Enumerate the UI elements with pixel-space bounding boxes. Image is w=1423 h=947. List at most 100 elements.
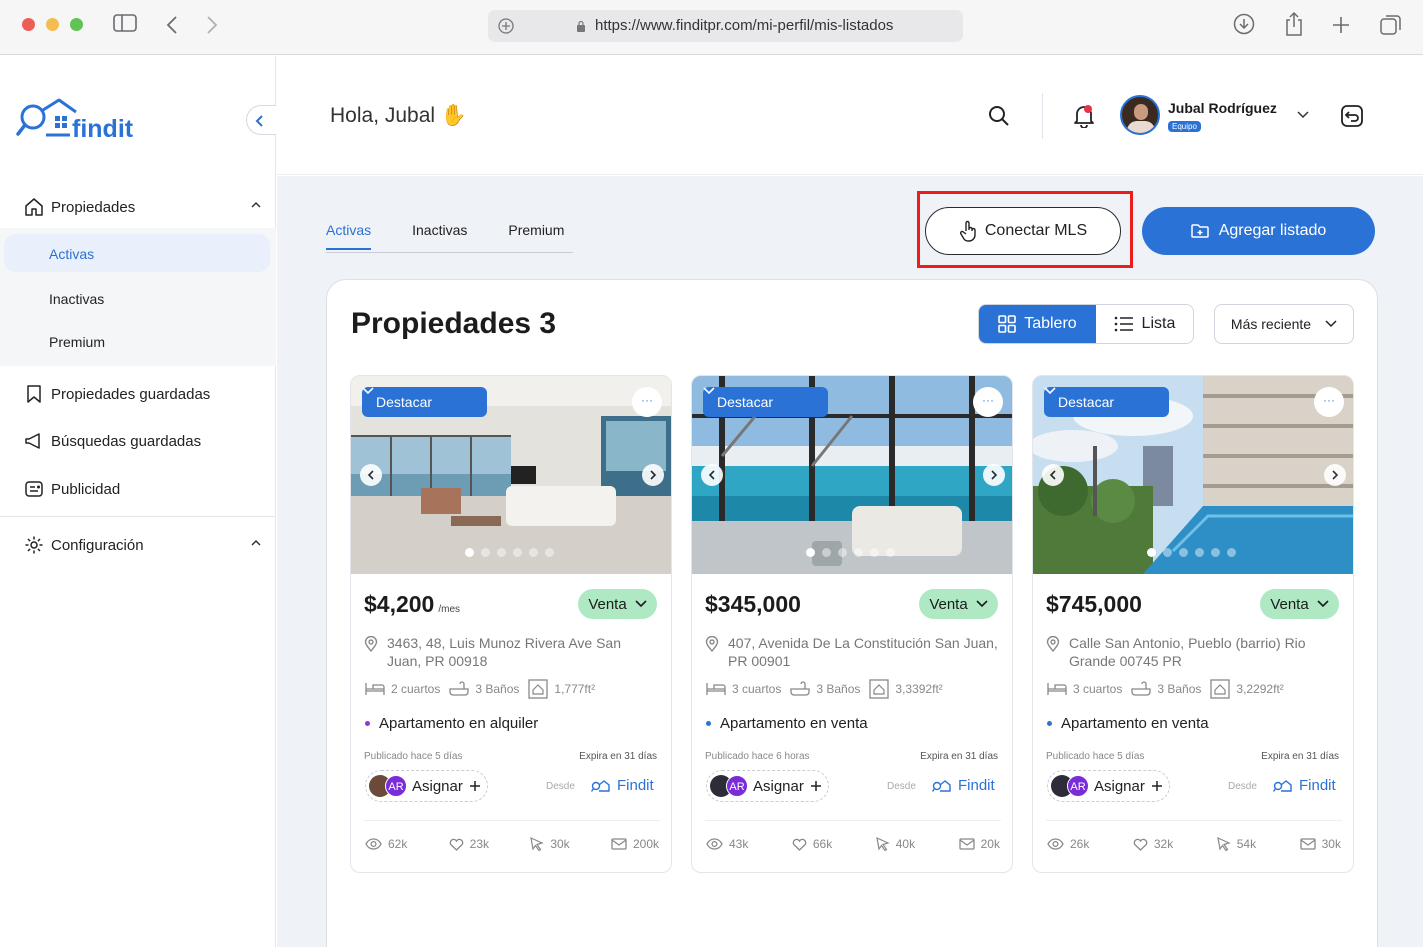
- close-window-button[interactable]: [22, 18, 35, 31]
- property-type: Apartamento en alquiler: [365, 715, 538, 732]
- messages-stat: 20k: [958, 837, 1000, 851]
- folder-plus-icon: [1190, 224, 1209, 238]
- findit-mini-icon: [591, 779, 610, 792]
- clicks-stat: 54k: [1216, 837, 1256, 851]
- prev-photo-button[interactable]: [360, 464, 382, 486]
- next-photo-button[interactable]: [983, 464, 1005, 486]
- plus-icon: [469, 781, 480, 791]
- sidebar-item-inactivas[interactable]: Inactivas: [49, 291, 104, 307]
- zoom-window-button[interactable]: [70, 18, 83, 31]
- published-date: Publicado hace 5 días: [1046, 751, 1145, 762]
- chevron-down-icon: [362, 387, 374, 395]
- more-options-button[interactable]: ···: [1314, 387, 1344, 417]
- prev-photo-button[interactable]: [1042, 464, 1064, 486]
- assign-button[interactable]: AR Asignar: [706, 770, 829, 802]
- board-view-button[interactable]: Tablero: [979, 305, 1096, 343]
- mail-icon: [1299, 838, 1316, 850]
- logout-icon[interactable]: [1340, 104, 1364, 128]
- status-dropdown[interactable]: Venta: [1260, 589, 1339, 619]
- feature-dropdown[interactable]: Destacar: [703, 387, 828, 417]
- chevron-up-icon[interactable]: [250, 539, 262, 547]
- views-stat: 43k: [706, 837, 748, 851]
- add-tab-icon[interactable]: [498, 18, 514, 34]
- views-count: 43k: [729, 837, 749, 851]
- property-card[interactable]: Destacar ··· $4,200/mes Venta 3463, 48, …: [350, 375, 672, 873]
- messages-count: 30k: [1321, 837, 1341, 851]
- add-listing-button[interactable]: Agregar listado: [1142, 207, 1375, 255]
- prev-photo-button[interactable]: [701, 464, 723, 486]
- assign-button[interactable]: AR Asignar: [1047, 770, 1170, 802]
- rooms: 3 cuartos: [732, 682, 782, 696]
- chevron-down-icon: [1044, 387, 1056, 395]
- property-type: Apartamento en venta: [706, 715, 868, 732]
- address-bar[interactable]: https://www.finditpr.com/mi-perfil/mis-l…: [488, 10, 963, 42]
- chevron-down-icon[interactable]: [1297, 111, 1309, 119]
- sidebar-item-premium[interactable]: Premium: [49, 334, 105, 350]
- chevron-down-icon: [1325, 320, 1337, 328]
- heart-icon: [449, 838, 463, 851]
- user-avatar[interactable]: [1120, 95, 1160, 135]
- more-options-button[interactable]: ···: [632, 387, 662, 417]
- search-icon[interactable]: [988, 105, 1010, 127]
- property-card[interactable]: Destacar ··· $345,000 Venta 407, Avenida…: [691, 375, 1013, 873]
- more-options-button[interactable]: ···: [973, 387, 1003, 417]
- source-label: Desde: [887, 781, 916, 792]
- tab-overview-icon[interactable]: [1379, 13, 1403, 37]
- bookmark-icon: [27, 385, 41, 403]
- minimize-window-button[interactable]: [46, 18, 59, 31]
- likes-stat: 66k: [792, 837, 832, 851]
- share-icon[interactable]: [1284, 11, 1304, 37]
- location-pin-icon: [705, 636, 719, 652]
- source-label: Desde: [546, 781, 575, 792]
- nav-configuracion[interactable]: Configuración: [24, 535, 262, 555]
- status-dropdown[interactable]: Venta: [919, 589, 998, 619]
- status-dropdown[interactable]: Venta: [578, 589, 657, 619]
- list-view-button[interactable]: Lista: [1095, 305, 1193, 343]
- nav-publicidad[interactable]: Publicidad: [24, 479, 262, 499]
- sidebar-toggle-icon[interactable]: [113, 13, 137, 33]
- findit-logo[interactable]: findit: [16, 98, 140, 142]
- home-icon: [25, 198, 43, 216]
- property-card[interactable]: Destacar ··· $745,000 Venta Calle San An…: [1032, 375, 1354, 873]
- chevron-up-icon[interactable]: [250, 201, 262, 209]
- bathtub-icon: [449, 681, 470, 696]
- download-icon[interactable]: [1233, 13, 1255, 35]
- nav-busquedas-guardadas[interactable]: Búsquedas guardadas: [24, 431, 262, 451]
- feature-label: Destacar: [376, 394, 433, 410]
- type-dot: [706, 721, 711, 726]
- bell-icon[interactable]: [1073, 104, 1095, 128]
- next-photo-button[interactable]: [1324, 464, 1346, 486]
- connect-mls-button[interactable]: Conectar MLS: [925, 207, 1121, 255]
- collapse-sidebar-button[interactable]: [246, 105, 276, 135]
- wave-emoji: ✋: [440, 104, 468, 127]
- photo-pagination: [1147, 548, 1236, 557]
- assign-button[interactable]: AR Asignar: [365, 770, 488, 802]
- nav-propiedades-label: Propiedades: [51, 198, 136, 216]
- likes-count: 32k: [1153, 837, 1174, 851]
- megaphone-icon: [25, 433, 40, 449]
- nav-propiedades-guardadas[interactable]: Propiedades guardadas: [24, 384, 262, 404]
- property-photo[interactable]: Destacar ···: [692, 376, 1012, 574]
- property-photo[interactable]: Destacar ···: [351, 376, 671, 574]
- sidebar: findit Propiedades Activas Inactivas Pre…: [0, 56, 276, 947]
- price-value: $4,200: [364, 591, 435, 617]
- tab-inactivas[interactable]: Inactivas: [412, 222, 467, 250]
- back-icon[interactable]: [166, 15, 178, 35]
- area-icon: [869, 679, 890, 699]
- next-photo-button[interactable]: [642, 464, 664, 486]
- status-label: Venta: [929, 595, 968, 613]
- feature-dropdown[interactable]: Destacar: [1044, 387, 1169, 417]
- new-tab-icon[interactable]: [1331, 15, 1351, 35]
- tab-activas[interactable]: Activas: [326, 222, 372, 250]
- sort-label: Más reciente: [1230, 316, 1312, 332]
- property-photo[interactable]: Destacar ···: [1033, 376, 1353, 574]
- nav-busquedas-label: Búsquedas guardadas: [51, 432, 202, 450]
- likes-stat: 32k: [1133, 837, 1173, 851]
- feature-dropdown[interactable]: Destacar: [362, 387, 487, 417]
- sidebar-item-activas[interactable]: Activas: [49, 246, 94, 262]
- nav-propiedades[interactable]: Propiedades: [24, 197, 262, 217]
- price-value: $345,000: [705, 591, 801, 617]
- forward-icon[interactable]: [206, 15, 218, 35]
- tab-premium[interactable]: Premium: [508, 222, 564, 250]
- sort-dropdown[interactable]: Más reciente: [1214, 304, 1354, 344]
